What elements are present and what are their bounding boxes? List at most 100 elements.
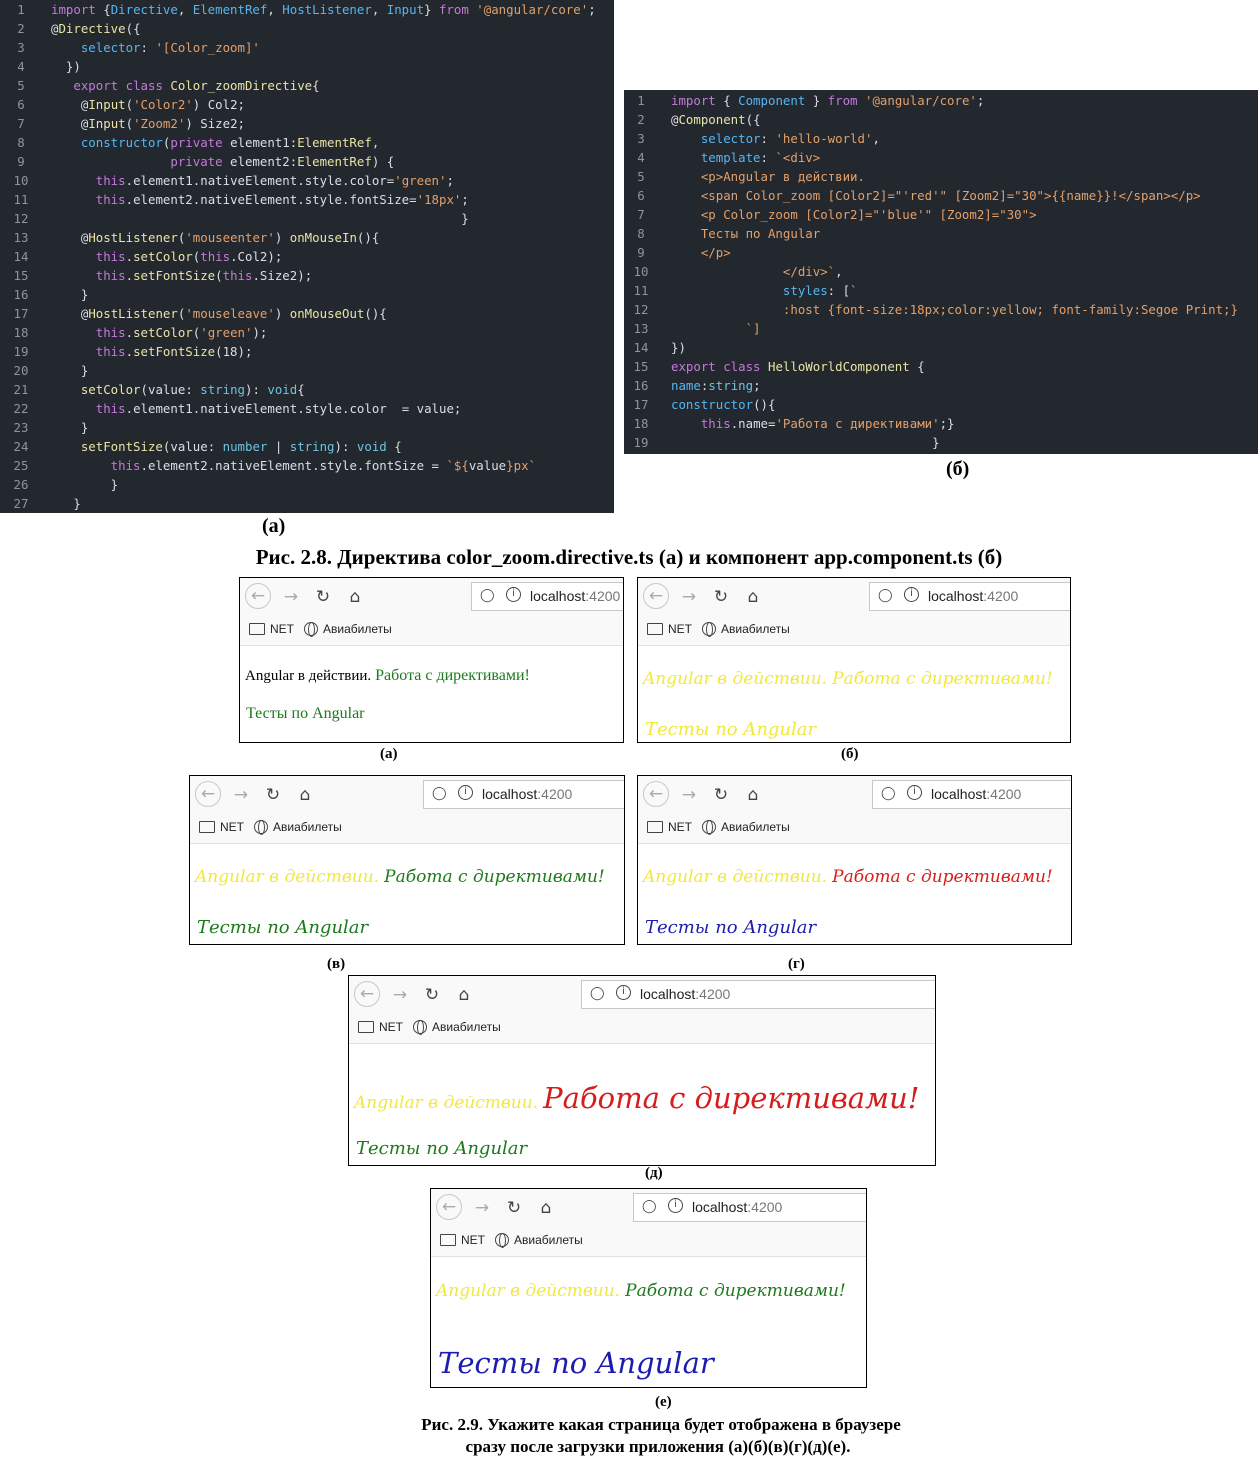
angular-text: Angular в действии. (354, 1093, 539, 1113)
url-text[interactable]: localhost:4200 (640, 986, 730, 1002)
bookmark-net[interactable]: NET (647, 820, 692, 834)
url-bar[interactable]: ◯ i localhost:4200 (869, 582, 1070, 611)
home-icon[interactable]: ⌂ (535, 1197, 557, 1219)
bookmark-net[interactable]: NET (199, 820, 244, 834)
code-line: 16 name:string; (624, 376, 1258, 395)
url-text[interactable]: localhost:4200 (482, 786, 572, 802)
line-number: 27 (13, 496, 29, 511)
line-number: 11 (633, 283, 649, 298)
shield-icon[interactable]: ◯ (642, 1199, 657, 1214)
paragraph-1: Angular в действии. Работа с директивами… (195, 867, 605, 887)
line-number: 14 (633, 340, 649, 355)
code-line: 10 </div>`, (624, 262, 1258, 281)
line-number: 5 (17, 78, 25, 93)
page-content: Angular в действии. Работа с директивами… (638, 647, 1070, 742)
info-icon[interactable]: i (506, 587, 521, 602)
browser-label: (д) (645, 1165, 663, 1181)
code-line: 23 } (0, 418, 614, 437)
url-bar[interactable]: ◯ i localhost:4200 (581, 980, 935, 1009)
reload-icon[interactable]: ↻ (503, 1197, 525, 1219)
code-line: 1 import { Component } from '@angular/cor… (624, 91, 1258, 110)
code-line: 5 export class Color_zoomDirective{ (0, 76, 614, 95)
home-icon[interactable]: ⌂ (742, 784, 764, 806)
back-icon[interactable]: ← (195, 781, 221, 807)
info-icon[interactable]: i (907, 785, 922, 800)
code-line: 9 private element2:ElementRef) { (0, 152, 614, 171)
url-text[interactable]: localhost:4200 (928, 588, 1018, 604)
line-number: 9 (17, 154, 25, 169)
angular-text: Angular в действии. (195, 867, 380, 887)
folder-icon (647, 623, 663, 635)
code-text: @Component({ (671, 112, 761, 127)
forward-icon[interactable]: → (389, 984, 411, 1006)
forward-icon[interactable]: → (678, 784, 700, 806)
reload-icon[interactable]: ↻ (262, 784, 284, 806)
code-text: :host {font-size:18px;color:yellow; font… (671, 302, 1238, 317)
url-text[interactable]: localhost:4200 (692, 1199, 782, 1215)
forward-icon[interactable]: → (230, 784, 252, 806)
info-icon[interactable]: i (458, 785, 473, 800)
code-line: 22 this.element1.nativeElement.style.col… (0, 399, 614, 418)
code-text: } (51, 287, 89, 302)
directive-span-text: Работа с директивами! (832, 867, 1053, 887)
browser-toolbar: ← → ↻ ⌂ ◯ i localhost:4200 (431, 1189, 866, 1225)
bookmark-net[interactable]: NET (440, 1233, 485, 1247)
bookmark-flights[interactable]: Авиабилеты (702, 820, 790, 835)
shield-icon[interactable]: ◯ (480, 588, 495, 603)
browser-window: ← → ↻ ⌂ ◯ i localhost:4200 NET Авиабилеты Angular… (348, 975, 936, 1166)
back-icon[interactable]: ← (245, 583, 271, 609)
info-icon[interactable]: i (616, 985, 631, 1000)
back-icon[interactable]: ← (354, 981, 380, 1007)
code-text: name:string; (671, 378, 761, 393)
shield-icon[interactable]: ◯ (590, 986, 605, 1001)
folder-icon (358, 1021, 374, 1033)
bookmark-flights[interactable]: Авиабилеты (413, 1020, 501, 1035)
bookmark-net[interactable]: NET (647, 622, 692, 636)
shield-icon[interactable]: ◯ (878, 588, 893, 603)
bookmark-flights[interactable]: Авиабилеты (304, 622, 392, 637)
page-content: Angular в действии. Работа с директивами… (349, 1045, 935, 1165)
reload-icon[interactable]: ↻ (710, 784, 732, 806)
line-number: 8 (637, 226, 645, 241)
url-text[interactable]: localhost:4200 (931, 786, 1021, 802)
bookmark-net[interactable]: NET (249, 622, 294, 636)
bookmark-net[interactable]: NET (358, 1020, 403, 1034)
bookmark-flights[interactable]: Авиабилеты (254, 820, 342, 835)
url-text[interactable]: localhost:4200 (530, 588, 620, 604)
url-bar[interactable]: ◯ i localhost:4200 (633, 1193, 866, 1222)
back-icon[interactable]: ← (643, 583, 669, 609)
back-icon[interactable]: ← (436, 1194, 462, 1220)
line-number: 6 (637, 188, 645, 203)
reload-icon[interactable]: ↻ (312, 586, 334, 608)
forward-icon[interactable]: → (678, 586, 700, 608)
code-text: @Directive({ (51, 21, 141, 36)
globe-icon (702, 622, 716, 637)
home-icon[interactable]: ⌂ (294, 784, 316, 806)
paragraph-1: Angular в действии. Работа с директивами… (245, 667, 530, 685)
info-icon[interactable]: i (904, 587, 919, 602)
bookmark-flights[interactable]: Авиабилеты (702, 622, 790, 637)
url-bar[interactable]: ◯ i localhost:4200 (471, 582, 623, 611)
home-icon[interactable]: ⌂ (453, 984, 475, 1006)
directive-span-text: Работа с директивами! (543, 1081, 920, 1115)
code-line: 24 setFontSize(value: number | string): … (0, 437, 614, 456)
code-text: this.element1.nativeElement.style.color … (51, 401, 462, 416)
reload-icon[interactable]: ↻ (710, 586, 732, 608)
line-number: 8 (17, 135, 25, 150)
back-icon[interactable]: ← (643, 781, 669, 807)
bookmark-flights[interactable]: Авиабилеты (495, 1233, 583, 1248)
shield-icon[interactable]: ◯ (881, 786, 896, 801)
forward-icon[interactable]: → (471, 1197, 493, 1219)
info-icon[interactable]: i (668, 1198, 683, 1213)
url-bar[interactable]: ◯ i localhost:4200 (423, 780, 624, 809)
home-icon[interactable]: ⌂ (742, 586, 764, 608)
home-icon[interactable]: ⌂ (344, 586, 366, 608)
line-number: 21 (13, 382, 29, 397)
line-number: 16 (633, 378, 649, 393)
shield-icon[interactable]: ◯ (432, 786, 447, 801)
code-text: } (51, 363, 89, 378)
reload-icon[interactable]: ↻ (421, 984, 443, 1006)
url-bar[interactable]: ◯ i localhost:4200 (872, 780, 1071, 809)
paragraph-1: Angular в действии. Работа с директивами… (643, 867, 1053, 887)
forward-icon[interactable]: → (280, 586, 302, 608)
